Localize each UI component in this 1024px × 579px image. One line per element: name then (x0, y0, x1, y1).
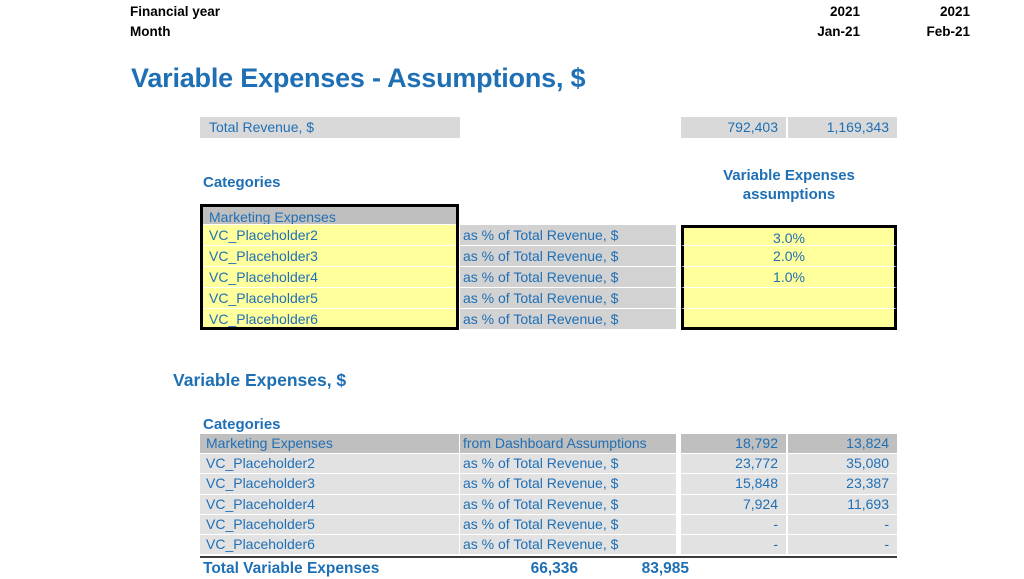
month-label: Month (130, 24, 171, 39)
spreadsheet-canvas: Financial year 2021 2021 Month Jan-21 Fe… (0, 0, 1024, 577)
assumptions-values-header-line2: assumptions (742, 186, 836, 203)
expense-category-name: VC_Placeholder6 (200, 534, 459, 556)
variable-expenses-section-title: Variable Expenses, $ (173, 370, 347, 390)
expense-category-name: VC_Placeholder5 (200, 514, 459, 535)
assumption-input[interactable] (681, 288, 897, 309)
month-col-1: Jan-21 (817, 24, 860, 39)
assumption-input[interactable] (681, 309, 897, 330)
assumptions-categories-header: Categories (203, 174, 281, 191)
assumption-basis: as % of Total Revenue, $ (460, 309, 676, 330)
expense-value-feb: 23,387 (788, 474, 897, 495)
assumption-category-name[interactable]: VC_Placeholder2 (200, 225, 459, 246)
assumption-category-name[interactable]: VC_Placeholder6 (200, 309, 459, 330)
expense-basis: from Dashboard Assumptions (460, 434, 676, 455)
assumptions-values-header-line1: Variable Expenses (723, 167, 855, 184)
expense-category-name: VC_Placeholder3 (200, 474, 459, 495)
expense-value-feb: - (788, 514, 897, 535)
expense-category-name: VC_Placeholder2 (200, 454, 459, 475)
assumption-input[interactable]: 1.0% (681, 267, 897, 288)
month-header-row: Month Jan-21 Feb-21 (130, 24, 970, 41)
expense-basis: as % of Total Revenue, $ (460, 454, 676, 475)
assumption-category-name: Marketing Expenses (200, 204, 459, 225)
assumption-input[interactable]: 3.0% (681, 225, 897, 246)
assumption-basis: as % of Total Revenue, $ (460, 246, 676, 267)
assumption-category-name[interactable]: VC_Placeholder4 (200, 267, 459, 288)
assumption-category-name[interactable]: VC_Placeholder5 (200, 288, 459, 309)
total-variable-expenses-feb: 83,985 (641, 560, 689, 577)
total-variable-expenses-row: Total Variable Expenses 66,336 83,985 (200, 556, 897, 579)
financial-year-col-1: 2021 (829, 4, 860, 19)
assumption-basis: as % of Total Revenue, $ (460, 288, 676, 309)
assumption-basis: as % of Total Revenue, $ (460, 267, 676, 288)
expense-basis: as % of Total Revenue, $ (460, 534, 676, 556)
expense-basis: as % of Total Revenue, $ (460, 474, 676, 495)
expense-basis: as % of Total Revenue, $ (460, 494, 676, 515)
page-title: Variable Expenses - Assumptions, $ (131, 63, 586, 93)
expense-category-name: Marketing Expenses (200, 434, 459, 455)
expense-value-jan: - (681, 534, 786, 556)
total-revenue-value-feb: 1,169,343 (788, 117, 897, 138)
total-revenue-value-jan: 792,403 (681, 117, 786, 138)
expense-value-feb: - (788, 534, 897, 556)
month-col-2: Feb-21 (926, 24, 970, 39)
expense-value-jan: 23,772 (681, 454, 786, 475)
total-variable-expenses-jan: 66,336 (530, 560, 578, 577)
assumption-basis: as % of Total Revenue, $ (460, 225, 676, 246)
assumption-category-name[interactable]: VC_Placeholder3 (200, 246, 459, 267)
variable-expenses-categories-header: Categories (203, 416, 281, 433)
total-revenue-label: Total Revenue, $ (200, 117, 460, 138)
financial-year-label: Financial year (130, 4, 221, 19)
assumptions-values-header: Variable Expenses assumptions (681, 166, 897, 204)
expense-value-jan: 18,792 (681, 434, 786, 455)
expense-value-feb: 11,693 (788, 494, 897, 515)
expense-basis: as % of Total Revenue, $ (460, 514, 676, 535)
expense-value-jan: 7,924 (681, 494, 786, 515)
expense-category-name: VC_Placeholder4 (200, 494, 459, 515)
expense-value-jan: - (681, 514, 786, 535)
expense-value-feb: 13,824 (788, 434, 897, 455)
assumption-input[interactable]: 2.0% (681, 246, 897, 267)
financial-year-col-2: 2021 (939, 4, 970, 19)
expense-value-jan: 15,848 (681, 474, 786, 495)
total-variable-expenses-label: Total Variable Expenses (203, 560, 380, 577)
expense-value-feb: 35,080 (788, 454, 897, 475)
financial-year-header-row: Financial year 2021 2021 (130, 4, 970, 21)
